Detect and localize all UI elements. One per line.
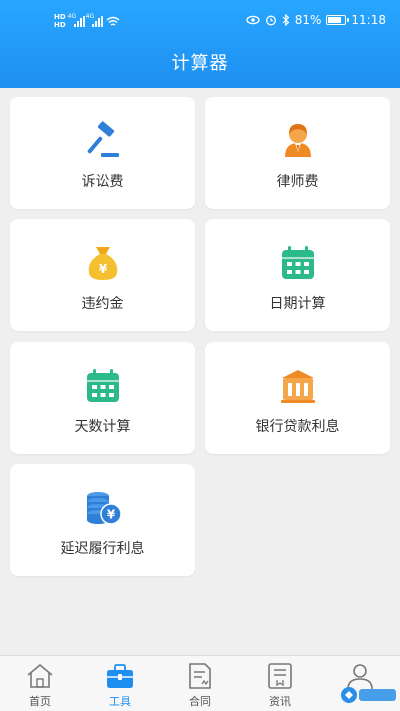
tool-card-days-calc[interactable]: 天数计算 <box>10 342 195 454</box>
clock-time: 11:18 <box>351 13 386 27</box>
watermark-logo <box>341 687 396 703</box>
tool-card-litigation-fee[interactable]: 诉讼费 <box>10 97 195 209</box>
tool-label: 延迟履行利息 <box>60 541 145 557</box>
tool-card-date-calc[interactable]: 日期计算 <box>205 219 390 331</box>
bank-icon <box>280 370 315 403</box>
tool-label: 日期计算 <box>269 296 326 312</box>
hd-label-1: HD <box>54 13 66 21</box>
tool-label: 律师费 <box>276 174 319 190</box>
nav-label: 资讯 <box>269 695 291 708</box>
home-icon <box>27 663 53 688</box>
gavel-icon <box>87 121 119 157</box>
calendar-icon <box>281 246 314 279</box>
status-right: 81% 11:18 <box>246 13 386 27</box>
status-bar: HD HD 4G 4G 81% 11:18 <box>0 0 400 40</box>
net-type-1: 4G <box>67 12 77 20</box>
alarm-icon <box>265 15 276 26</box>
nav-label: 首页 <box>29 695 51 708</box>
nav-contract[interactable]: 合同 <box>160 656 240 711</box>
signal-icon: 4G <box>67 12 85 27</box>
money-bag-icon: ¥ <box>88 247 117 280</box>
wifi-icon <box>106 16 120 26</box>
signal-icon: 4G <box>85 12 103 27</box>
nav-news[interactable]: 资讯 <box>240 656 320 711</box>
svg-text:¥: ¥ <box>98 262 107 276</box>
top-bar: HD HD 4G 4G 81% 11:18 计算器 <box>0 0 400 88</box>
nav-label: 工具 <box>109 695 131 708</box>
battery-icon <box>326 15 350 25</box>
contract-icon <box>189 663 211 689</box>
tool-card-penalty[interactable]: ¥ 违约金 <box>10 219 195 331</box>
tool-label: 天数计算 <box>74 419 131 435</box>
calendar-icon <box>86 369 119 402</box>
nav-label: 合同 <box>189 695 211 708</box>
nav-home[interactable]: 首页 <box>0 656 80 711</box>
svg-text:¥: ¥ <box>106 508 115 522</box>
battery-percent: 81% <box>294 13 322 27</box>
nav-tools[interactable]: 工具 <box>80 656 160 711</box>
tool-label: 违约金 <box>81 296 124 312</box>
news-icon <box>268 663 292 689</box>
tool-card-lawyer-fee[interactable]: 律师费 <box>205 97 390 209</box>
coins-icon: ¥ <box>86 492 122 525</box>
hd-label-2: HD <box>54 21 66 29</box>
page-title: 计算器 <box>171 53 229 74</box>
bluetooth-icon <box>282 14 290 26</box>
tool-label: 银行贷款利息 <box>255 419 340 435</box>
tool-card-delayed-performance-interest[interactable]: ¥ 延迟履行利息 <box>10 464 195 576</box>
bottom-nav: 首页 工具 合同 资讯 <box>0 655 400 711</box>
tool-card-bank-loan-interest[interactable]: 银行贷款利息 <box>205 342 390 454</box>
lawyer-icon <box>284 124 311 157</box>
signal-group: HD HD 4G 4G <box>54 12 120 30</box>
net-type-2: 4G <box>85 12 95 20</box>
toolbox-icon <box>107 664 133 688</box>
eye-icon <box>246 15 260 25</box>
hd-indicator: HD HD <box>54 13 66 29</box>
tool-label: 诉讼费 <box>81 174 124 190</box>
